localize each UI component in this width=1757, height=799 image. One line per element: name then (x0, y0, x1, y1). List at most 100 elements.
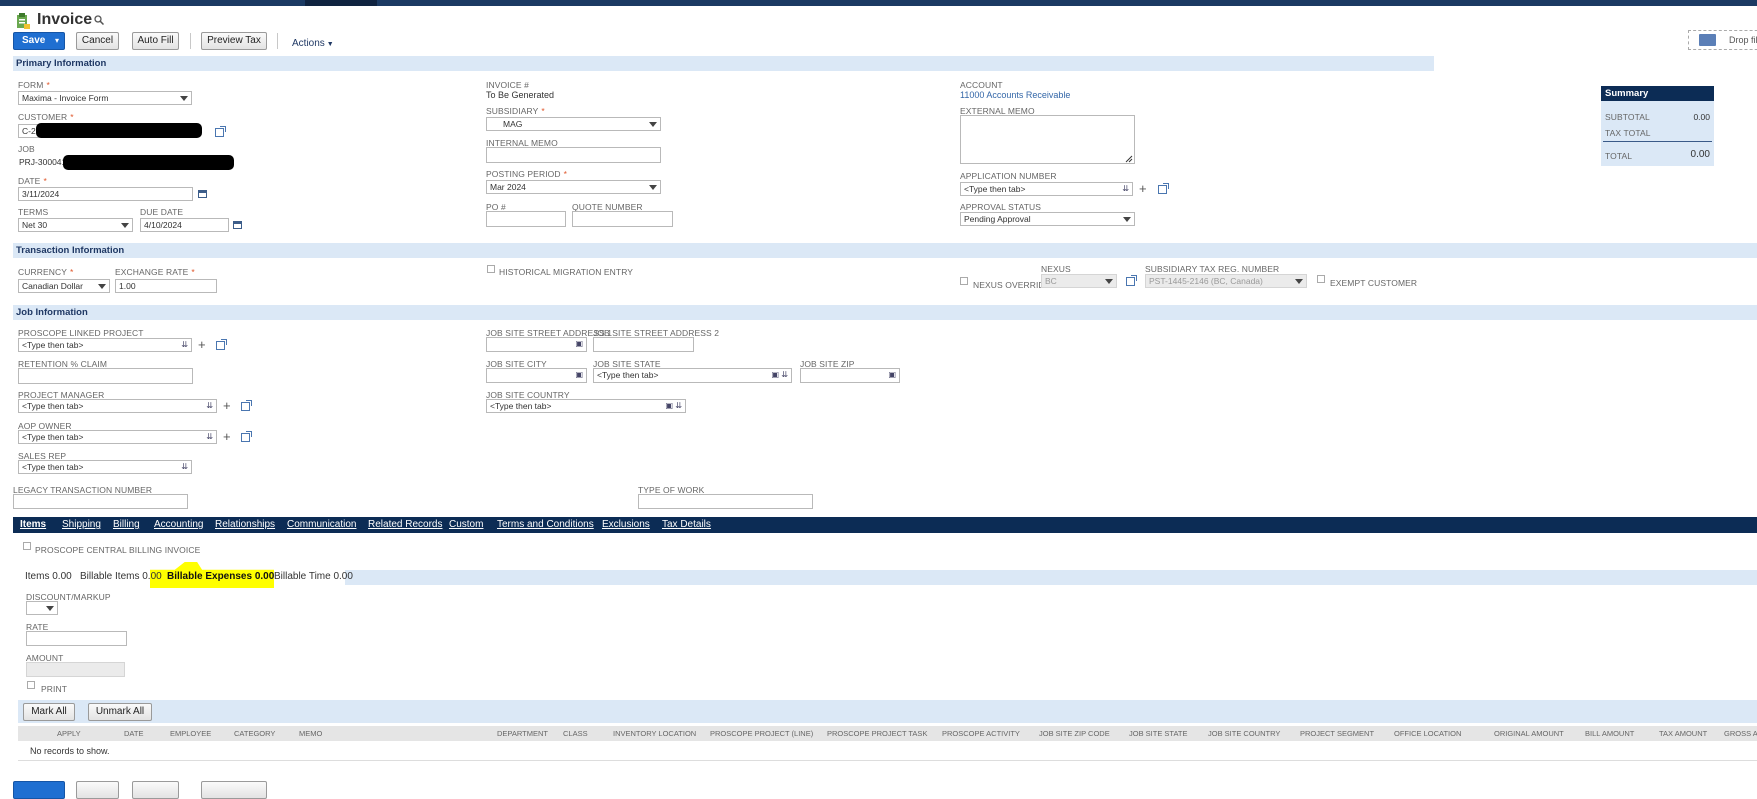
street-2-field[interactable] (593, 337, 694, 352)
tab-accounting[interactable]: Accounting (154, 519, 203, 530)
tab-items[interactable]: Items (20, 519, 46, 530)
proscope-project-field[interactable]: <Type then tab> ⇊ (18, 338, 192, 352)
internal-memo-field[interactable] (486, 147, 661, 163)
tab-communication[interactable]: Communication (287, 519, 356, 530)
posting-period-select[interactable]: Mar 2024 (486, 180, 661, 194)
subtab-billable-expenses[interactable]: Billable Expenses 0.00 (167, 571, 274, 582)
open-icon[interactable] (241, 400, 252, 411)
auto-fill-button-bottom[interactable] (132, 781, 179, 799)
discount-markup-select[interactable] (26, 601, 58, 615)
aop-owner-field[interactable]: <Type then tab> ⇊ (18, 430, 217, 444)
customer-value: C-2 (22, 126, 36, 136)
nexus-select: BC (1041, 274, 1117, 288)
subtab-billable-time[interactable]: Billable Time 0.00 (274, 571, 353, 582)
add-icon[interactable]: + (1139, 182, 1147, 195)
col-proscope-project-task: PROSCOPE PROJECT TASK (827, 729, 928, 738)
col-memo: MEMO (299, 729, 323, 738)
tab-shipping[interactable]: Shipping (62, 519, 101, 530)
save-button[interactable]: Save ▾ (13, 32, 65, 50)
exchange-rate-field[interactable]: 1.00 (115, 279, 217, 293)
tab-related-records[interactable]: Related Records (368, 519, 442, 530)
open-icon[interactable] (241, 431, 252, 442)
city-field[interactable]: ▣ (486, 368, 587, 383)
job-value[interactable]: PRJ-300041 (19, 157, 66, 167)
subtab-items[interactable]: Items 0.00 (25, 571, 72, 582)
tax-total-label: TAX TOTAL (1605, 128, 1651, 138)
cancel-button-bottom[interactable] (76, 781, 119, 799)
add-icon[interactable]: + (223, 430, 231, 443)
country-field[interactable]: <Type then tab> ▣ ⇊ (486, 399, 686, 413)
open-icon[interactable] (216, 339, 227, 350)
state-field[interactable]: <Type then tab> ▣ ⇊ (593, 368, 792, 383)
empty-grid-message: No records to show. (30, 746, 110, 756)
open-icon[interactable] (215, 126, 226, 137)
exempt-customer-checkbox[interactable] (1317, 275, 1325, 283)
calendar-icon[interactable] (198, 190, 207, 198)
preview-tax-button-bottom[interactable] (201, 781, 267, 799)
mark-all-button[interactable]: Mark All (23, 703, 75, 721)
open-icon[interactable] (1158, 183, 1169, 194)
tab-billing[interactable]: Billing (113, 519, 140, 530)
tab-relationships[interactable]: Relationships (215, 519, 275, 530)
aop-owner-value: <Type then tab> (22, 432, 84, 442)
po-field[interactable] (486, 211, 566, 227)
retention-claim-field[interactable] (18, 368, 193, 384)
address-book-icon[interactable]: ▣ (575, 370, 583, 380)
address-book-icon[interactable]: ▣ (888, 370, 896, 380)
subtotal-label: SUBTOTAL (1605, 112, 1650, 122)
col-apply: APPLY (57, 729, 81, 738)
auto-fill-button[interactable]: Auto Fill (132, 32, 179, 50)
actions-menu[interactable]: Actions ▼ (292, 38, 334, 49)
open-icon[interactable] (1126, 275, 1137, 286)
subsidiary-label: SUBSIDIARY * (486, 106, 545, 116)
nexus-override-checkbox[interactable] (960, 277, 968, 285)
quote-number-field[interactable] (572, 211, 673, 227)
date-field[interactable]: 3/11/2024 (18, 187, 193, 201)
terms-select[interactable]: Net 30 (18, 218, 133, 232)
unmark-all-button[interactable]: Unmark All (88, 703, 152, 721)
legacy-transaction-field[interactable] (13, 494, 188, 509)
tab-custom[interactable]: Custom (449, 519, 483, 530)
tab-exclusions[interactable]: Exclusions (602, 519, 650, 530)
approval-status-select[interactable]: Pending Approval (960, 212, 1135, 226)
calendar-icon[interactable] (233, 221, 242, 229)
form-select[interactable]: Maxima - Invoice Form (18, 91, 192, 105)
central-billing-checkbox[interactable] (23, 542, 31, 550)
search-icon[interactable] (94, 15, 105, 26)
type-of-work-field[interactable] (638, 494, 813, 509)
customer-label-text: CUSTOMER (18, 112, 68, 122)
subsidiary-select[interactable]: MAG (486, 117, 661, 131)
application-number-field[interactable]: <Type then tab> ⇊ (960, 182, 1133, 196)
street-1-field[interactable]: ▣ (486, 337, 587, 352)
preview-tax-button[interactable]: Preview Tax (201, 32, 267, 50)
historical-migration-checkbox[interactable] (487, 265, 495, 273)
drop-file-label: Drop fil (1729, 35, 1757, 45)
project-manager-field[interactable]: <Type then tab> ⇊ (18, 399, 217, 413)
external-memo-textarea[interactable] (960, 115, 1135, 164)
rate-field[interactable] (26, 631, 127, 646)
currency-select[interactable]: Canadian Dollar (18, 279, 110, 293)
chevron-down-icon (1123, 217, 1131, 222)
print-checkbox[interactable] (27, 681, 35, 689)
address-book-icon[interactable]: ▣ (575, 339, 583, 349)
drop-file-zone[interactable]: Drop fil (1688, 30, 1757, 50)
col-tax-amount: TAX AMOUNT (1659, 729, 1708, 738)
add-icon[interactable]: + (198, 338, 206, 351)
sales-rep-field[interactable]: <Type then tab> ⇊ (18, 460, 192, 474)
save-dropdown-arrow[interactable]: ▾ (55, 33, 59, 49)
customer-label: CUSTOMER * (18, 112, 74, 122)
due-date-field[interactable]: 4/10/2024 (140, 218, 229, 232)
tab-tax-details[interactable]: Tax Details (662, 519, 711, 530)
save-button-bottom[interactable] (13, 781, 65, 799)
chevron-down-icon (46, 606, 54, 611)
items-subtab-strip (345, 570, 1757, 585)
zip-field[interactable]: ▣ (800, 368, 900, 383)
subtab-billable-items[interactable]: Billable Items 0.00 (80, 571, 162, 582)
add-icon[interactable]: + (223, 399, 231, 412)
resize-handle-icon[interactable] (1125, 154, 1133, 163)
invoice-number-value: To Be Generated (486, 90, 555, 100)
account-link[interactable]: 11000 Accounts Receivable (960, 90, 1070, 100)
tax-reg-number-value: PST-1445-2146 (BC, Canada) (1149, 276, 1263, 286)
tab-terms-and-conditions[interactable]: Terms and Conditions (497, 519, 594, 530)
cancel-button[interactable]: Cancel (76, 32, 119, 50)
